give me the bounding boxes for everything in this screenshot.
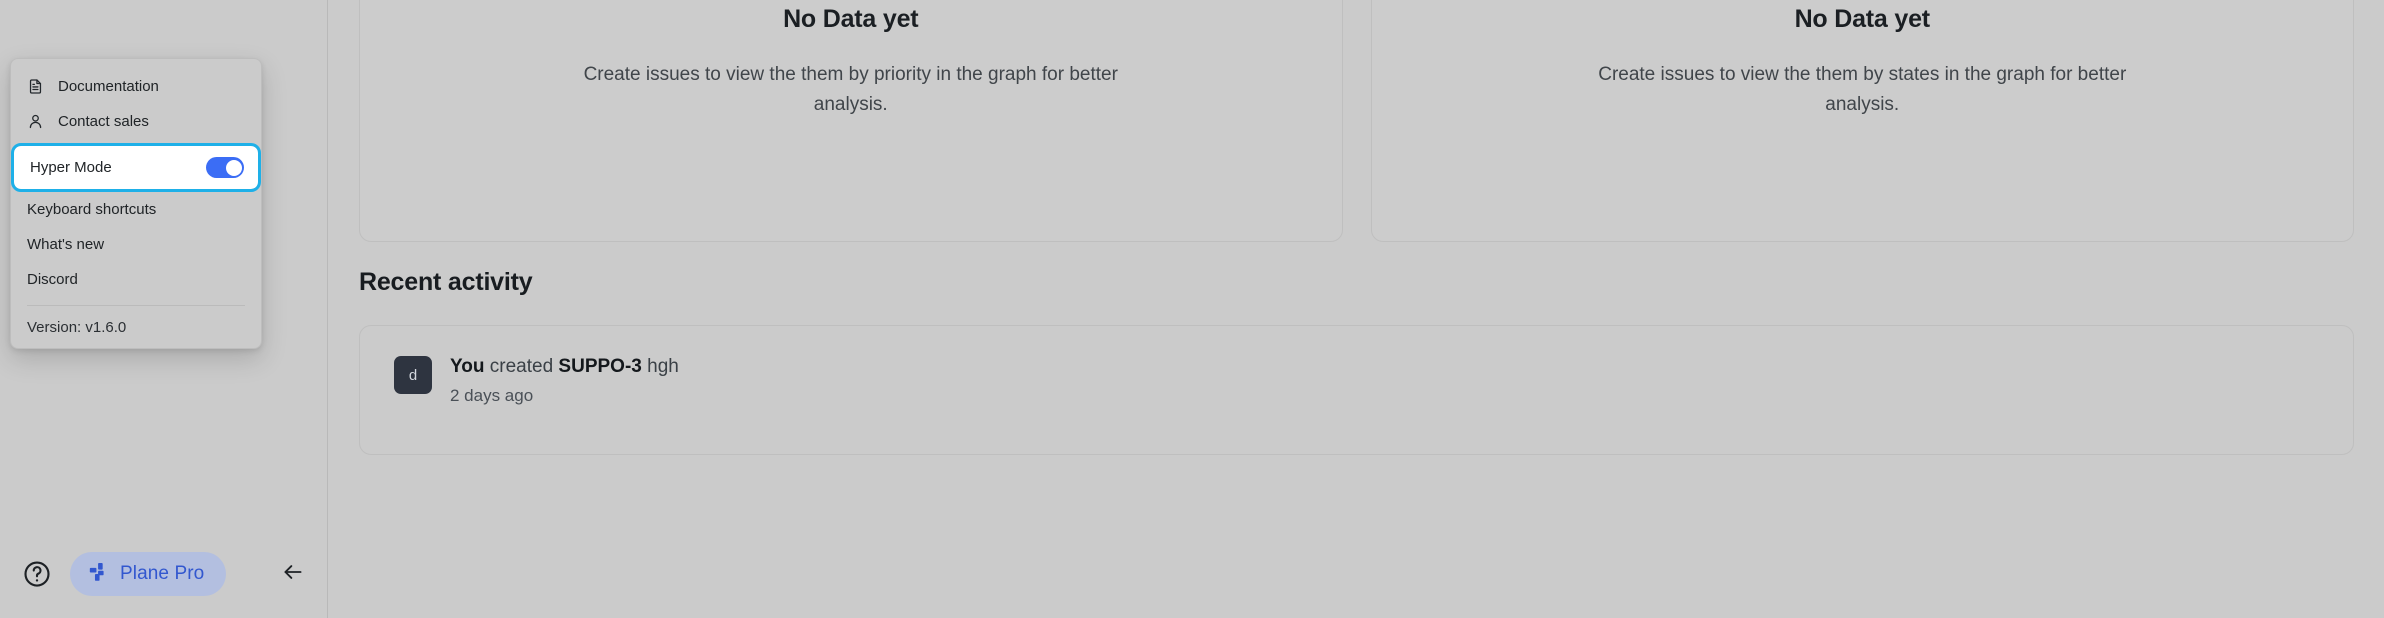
activity-issue-id[interactable]: SUPPO-3 — [558, 356, 641, 377]
help-button[interactable] — [18, 555, 56, 593]
states-chart-card: No Data yet Create issues to view the th… — [1370, 0, 2354, 242]
priority-chart-card: No Data yet Create issues to view the th… — [359, 0, 1343, 242]
recent-activity-heading: Recent activity — [359, 268, 533, 296]
activity-actor: You — [450, 356, 485, 377]
menu-item-documentation[interactable]: Documentation — [11, 69, 261, 104]
menu-item-contact-sales[interactable]: Contact sales — [11, 104, 261, 139]
question-circle-icon — [22, 559, 52, 589]
activity-body: You created SUPPO-3 hgh 2 days ago — [450, 354, 679, 406]
arrow-left-icon — [280, 559, 306, 590]
help-dropdown-menu: Documentation Contact sales Hyper Mode K… — [10, 58, 262, 349]
plane-pro-badge[interactable]: Plane Pro — [70, 552, 227, 596]
hyper-mode-label: Hyper Mode — [30, 159, 112, 176]
sidebar-footer: Plane Pro — [0, 530, 328, 618]
menu-item-label: Discord — [27, 271, 78, 288]
card-description: Create issues to view the them by priori… — [583, 64, 1118, 115]
activity-text: You created SUPPO-3 hgh — [450, 354, 679, 380]
activity-verb: created — [489, 356, 554, 377]
plane-logo-icon — [88, 561, 110, 588]
user-icon — [27, 113, 44, 130]
menu-version-label: Version: v1.6.0 — [27, 319, 127, 336]
card-description: Create issues to view the them by states… — [1598, 64, 2127, 115]
menu-item-label: Keyboard shortcuts — [27, 201, 157, 218]
recent-activity-card: d You created SUPPO-3 hgh 2 days ago — [359, 325, 2354, 455]
menu-item-whats-new[interactable]: What's new — [11, 227, 261, 262]
sidebar-collapse-button[interactable] — [276, 557, 310, 591]
activity-timestamp: 2 days ago — [450, 385, 534, 405]
menu-item-label: Documentation — [58, 78, 159, 95]
avatar: d — [394, 356, 432, 394]
card-title: No Data yet — [783, 5, 919, 34]
menu-item-keyboard-shortcuts[interactable]: Keyboard shortcuts — [11, 192, 261, 227]
activity-issue-title: hgh — [647, 356, 679, 377]
menu-divider — [27, 305, 245, 306]
menu-item-hyper-mode[interactable]: Hyper Mode — [11, 143, 261, 192]
file-text-icon — [27, 78, 44, 95]
card-title: No Data yet — [1794, 5, 1931, 34]
menu-item-label: Contact sales — [58, 113, 149, 130]
app-window: Plane Pro Documentation Contact sales Hy… — [0, 0, 2384, 618]
plane-pro-label: Plane Pro — [120, 563, 205, 584]
toggle-knob — [225, 159, 242, 176]
menu-item-label: What's new — [27, 236, 105, 253]
recent-activity-section: Recent activity d You created SUPPO-3 hg… — [359, 268, 2354, 455]
main-content: No Data yet Create issues to view the th… — [329, 0, 2384, 618]
charts-row: No Data yet Create issues to view the th… — [359, 0, 2354, 242]
hyper-mode-toggle[interactable] — [206, 157, 244, 178]
activity-list-item[interactable]: d You created SUPPO-3 hgh 2 days ago — [394, 354, 2319, 406]
menu-item-discord[interactable]: Discord — [11, 262, 261, 297]
